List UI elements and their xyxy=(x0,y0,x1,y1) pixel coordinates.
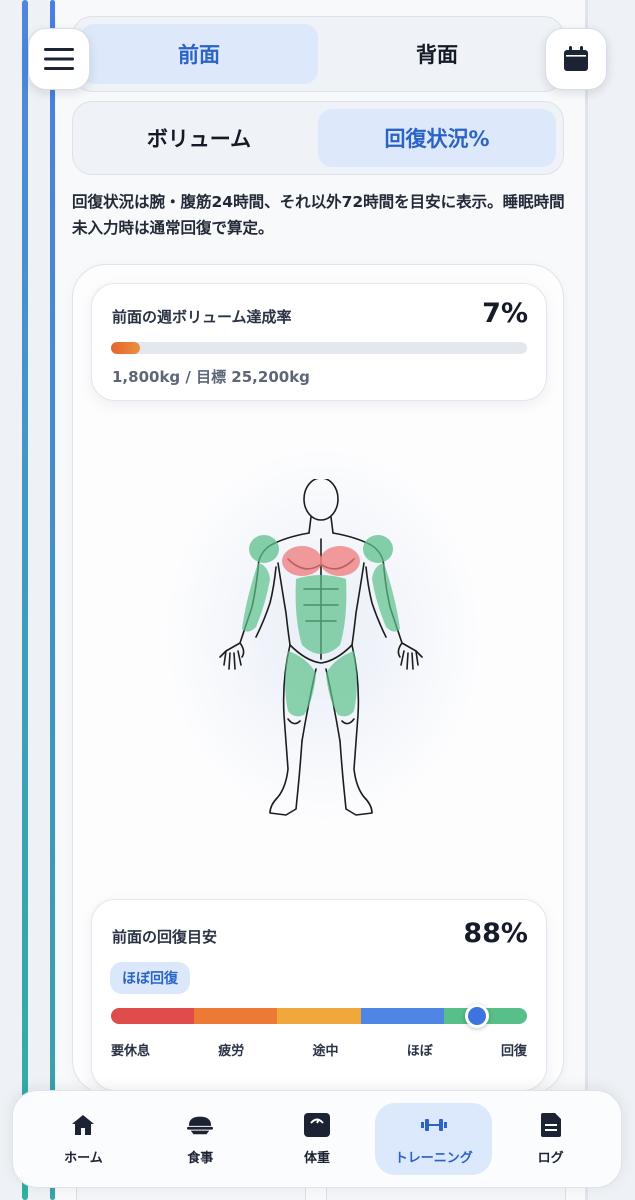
recovery-slider-knob[interactable] xyxy=(465,1004,490,1028)
document-icon xyxy=(538,1112,564,1137)
muscle-highlights xyxy=(242,535,400,717)
muscle-chest-left xyxy=(282,546,322,576)
mode-toggle: ボリューム 回復状況% xyxy=(72,101,564,175)
volume-progress-fill xyxy=(111,342,141,354)
muscle-arm-right xyxy=(372,563,400,632)
muscle-arm-left xyxy=(242,563,270,632)
meal-icon xyxy=(187,1113,214,1137)
volume-card-title: 前面の週ボリューム達成率 xyxy=(112,308,292,326)
muscle-chest-right xyxy=(320,546,360,576)
muscle-shoulder-left xyxy=(249,535,279,563)
volume-subtitle: 1,800kg / 目標 25,200kg xyxy=(112,368,310,386)
nav-meal[interactable]: 食事 xyxy=(142,1103,259,1175)
recovery-card-title: 前面の回復目安 xyxy=(112,928,218,946)
scale-segment-almost xyxy=(360,1008,444,1024)
scale-label-almost: ほぼ xyxy=(406,1044,433,1059)
nav-log[interactable]: ログ xyxy=(492,1103,609,1175)
body-figure xyxy=(219,479,423,816)
nav-home[interactable]: ホーム xyxy=(25,1103,142,1175)
view-toggle: 前面 背面 xyxy=(72,16,564,92)
tab-back[interactable]: 背面 xyxy=(318,24,556,84)
scale-label-recovered: 回復 xyxy=(500,1044,527,1059)
volume-progress-track xyxy=(111,342,527,354)
recovery-card: 前面の回復目安 88% ほぼ回復 要休息 疲労 途中 ほぼ 回復 xyxy=(91,899,547,1091)
scale-label-fatigue: 疲労 xyxy=(218,1044,245,1059)
scale-icon xyxy=(303,1112,330,1137)
calendar-icon xyxy=(564,46,588,71)
nav-home-label: ホーム xyxy=(64,1150,103,1166)
home-icon xyxy=(70,1113,96,1137)
scale-segment-fatigue xyxy=(194,1008,278,1024)
dumbbell-icon xyxy=(420,1113,447,1137)
main-content: 前面 背面 ボリューム 回復状況% 回復状況は腕・腹筋24時間、それ以外72時間… xyxy=(56,0,585,1200)
recovery-note: 回復状況は腕・腹筋24時間、それ以外72時間を目安に表示。睡眠時間未入力時は通常… xyxy=(72,193,565,237)
bottom-nav: ホーム 食事 体重 トレーニング ログ xyxy=(12,1090,622,1188)
tab-recovery[interactable]: 回復状況% xyxy=(318,109,556,167)
nav-weight[interactable]: 体重 xyxy=(259,1103,376,1175)
accent-stripe-inner xyxy=(50,0,55,1200)
scale-label-rest: 要休息 xyxy=(111,1044,151,1059)
recovery-percent: 88% xyxy=(463,918,528,949)
tab-volume[interactable]: ボリューム xyxy=(80,109,318,167)
muscle-abs xyxy=(295,575,347,654)
nav-meal-label: 食事 xyxy=(187,1150,214,1166)
volume-card: 前面の週ボリューム達成率 7% 1,800kg / 目標 25,200kg xyxy=(91,283,547,401)
recovery-scale-labels: 要休息 疲労 途中 ほぼ 回復 xyxy=(111,1040,527,1059)
accent-stripe-outer xyxy=(22,0,28,1200)
status-badge: ほぼ回復 xyxy=(110,962,190,994)
tab-front[interactable]: 前面 xyxy=(80,24,318,84)
menu-button[interactable] xyxy=(28,28,90,90)
nav-weight-label: 体重 xyxy=(303,1150,330,1166)
nav-log-label: ログ xyxy=(537,1150,564,1166)
scale-segment-midway xyxy=(277,1008,361,1024)
divider-line xyxy=(585,0,588,1200)
nav-training-label: トレーニング xyxy=(394,1150,473,1166)
hamburger-icon xyxy=(44,48,74,70)
scale-label-midway: 途中 xyxy=(312,1044,339,1059)
muscle-shoulder-right xyxy=(363,535,393,563)
nav-training[interactable]: トレーニング xyxy=(375,1103,493,1175)
body-panel: 前面の週ボリューム達成率 7% 1,800kg / 目標 25,200kg 前面… xyxy=(72,264,564,1094)
volume-percent: 7% xyxy=(482,298,528,329)
calendar-button[interactable] xyxy=(545,28,607,90)
scale-segment-rest xyxy=(111,1008,195,1024)
